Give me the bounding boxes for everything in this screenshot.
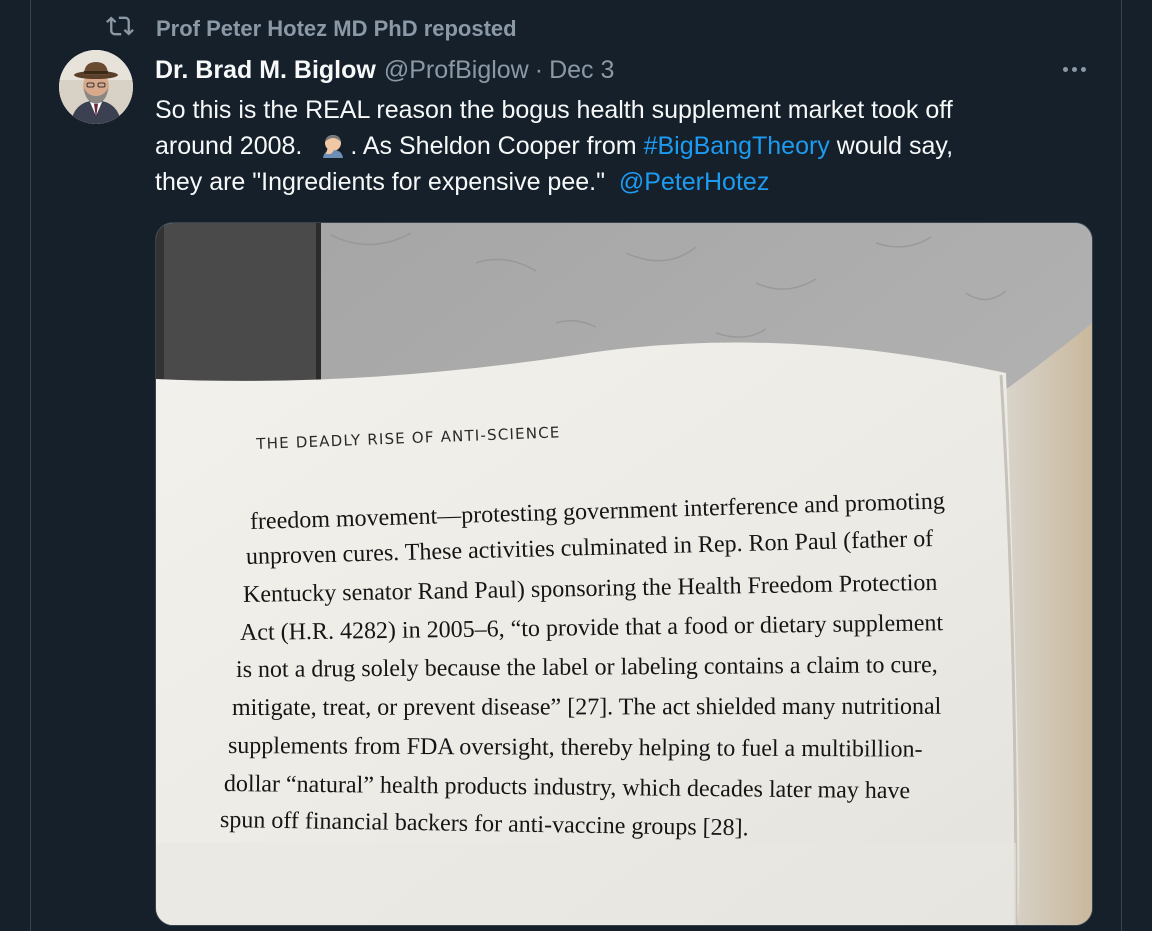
man-facepalming-emoji [323,135,344,158]
tweet-text-line-2: around 2008. . As Sheldon Cooper from #B… [155,132,954,160]
book-line: spun off financial backers for anti-vacc… [219,807,749,842]
book-page-header: THE DEADLY RISE OF ANTI-SCIENCE [256,423,561,453]
author-name[interactable]: Dr. Brad M. Biglow [155,56,376,85]
hashtag-link[interactable]: #BigBangTheory [644,132,830,160]
more-options-button[interactable] [1056,56,1092,82]
book-line: is not a drug solely because the label o… [235,652,938,683]
tweet-text: So this is the REAL reason the bogus hea… [155,92,1075,200]
author-avatar[interactable] [59,50,133,124]
book-line: Kentucky senator Rand Paul) sponsoring t… [242,569,938,608]
book-line: dollar “natural” health products industr… [223,771,911,805]
author-handle[interactable]: @ProfBiglow [384,56,529,85]
mention-link[interactable]: @PeterHotez [619,168,769,196]
tweet-media-photo[interactable]: THE DEADLY RISE OF ANTI-SCIENCE freedom … [155,222,1093,926]
book-line: supplements from FDA oversight, thereby … [227,733,923,763]
header-separator: · [534,55,544,84]
more-horizontal-icon [1062,66,1068,72]
repost-text: Prof Peter Hotez MD PhD reposted [156,16,517,41]
tweet-text-line-1: So this is the REAL reason the bogus hea… [155,96,953,124]
repost-icon [106,12,134,46]
book-page-text: THE DEADLY RISE OF ANTI-SCIENCE freedom … [156,223,1092,925]
repost-indicator[interactable]: Prof Peter Hotez MD PhD reposted [106,14,517,44]
book-line: Act (H.R. 4282) in 2005–6, “to provide t… [239,610,944,646]
tweet-text-line-3: they are "Ingredients for expensive pee.… [155,168,770,196]
tweet-header: Dr. Brad M. Biglow @ProfBiglow · Dec 3 [155,52,614,88]
book-line: mitigate, treat, or prevent disease” [27… [231,693,942,721]
tweet-date[interactable]: Dec 3 [549,56,614,85]
